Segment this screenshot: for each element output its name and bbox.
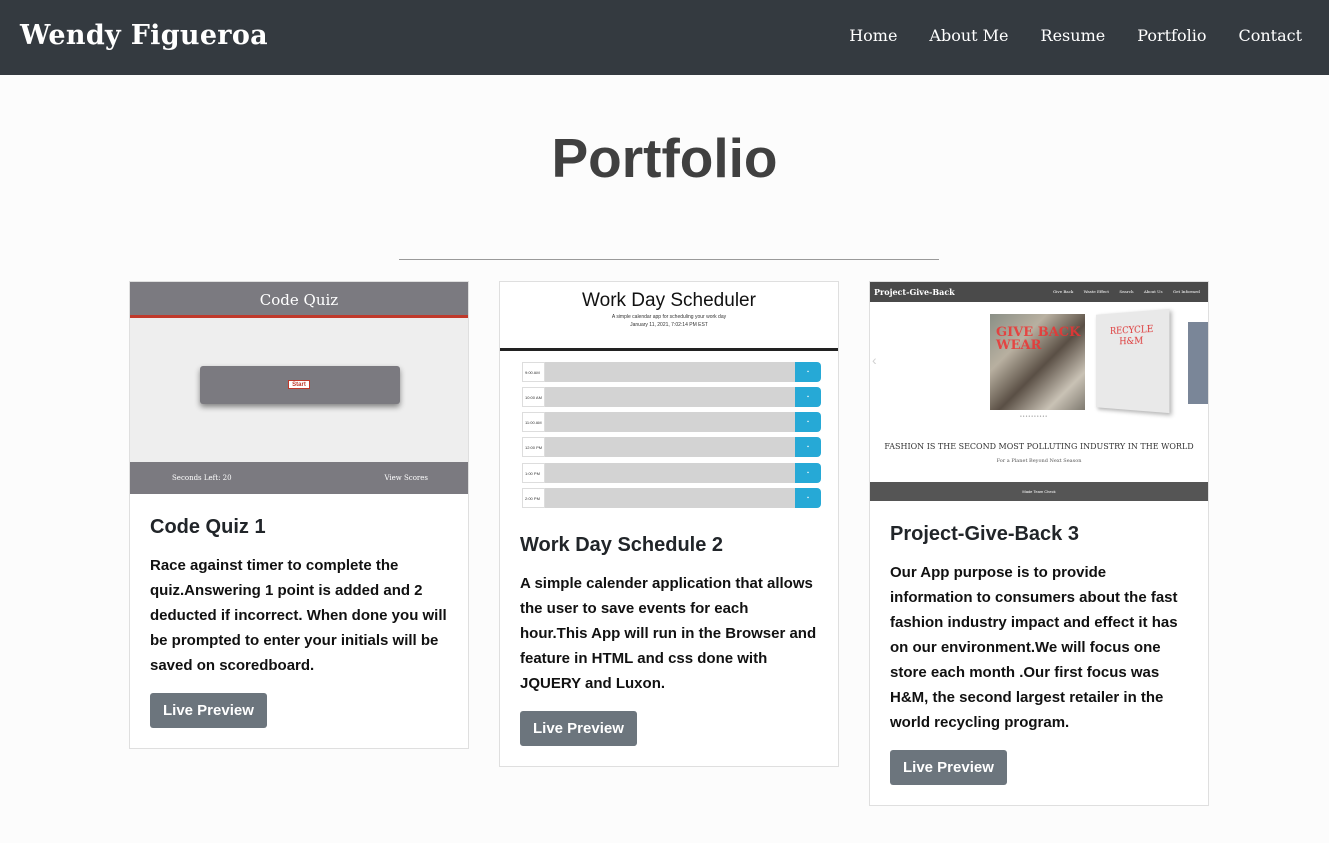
give-back-preview-poster-text: RECYCLE H&M — [1110, 324, 1154, 348]
quiz-preview-header: Code Quiz — [130, 282, 468, 318]
scheduler-preview-header: Work Day Scheduler A simple calendar app… — [500, 282, 838, 351]
live-preview-button-work-day-scheduler[interactable]: Live Preview — [520, 711, 637, 746]
scheduler-preview-time: 1:00 PM — [522, 463, 545, 483]
live-preview-button-code-quiz[interactable]: Live Preview — [150, 693, 267, 728]
scheduler-preview-slot — [545, 387, 795, 407]
give-back-preview-link: Search — [1119, 289, 1134, 294]
project-card-code-quiz: Code Quiz Start Seconds Left: 20 View Sc… — [129, 281, 469, 749]
give-back-preview-link: About Us — [1143, 289, 1163, 294]
quiz-preview-footer: Seconds Left: 20 View Scores — [130, 462, 468, 494]
save-icon: ▪ — [795, 387, 821, 407]
save-icon: ▪ — [795, 412, 821, 432]
scheduler-preview-time: 9:00 AM — [522, 362, 545, 382]
card-text: Our App purpose is to provide informatio… — [890, 564, 1178, 731]
quiz-preview-start-box: Start — [200, 366, 400, 404]
card-title: Code Quiz 1 — [150, 516, 266, 538]
give-back-preview-link: Get Informed — [1172, 289, 1200, 294]
scheduler-preview-row: 10:00 AM ▪ — [522, 387, 821, 407]
give-back-preview-footer: Made Team Check — [870, 482, 1208, 501]
scheduler-preview-slot — [545, 437, 795, 457]
give-back-preview-tagline: FASHION IS THE SECOND MOST POLLUTING IND… — [884, 442, 1194, 451]
nav-resume[interactable]: Resume — [1041, 26, 1106, 45]
quiz-preview-scores: View Scores — [384, 474, 428, 482]
nav-contact[interactable]: Contact — [1238, 26, 1302, 45]
scheduler-preview-time: 11:00 AM — [522, 412, 545, 432]
scheduler-preview-row: 12:00 PM ▪ — [522, 437, 821, 457]
navbar: Wendy Figueroa Home About Me Resume Port… — [0, 0, 1329, 75]
scheduler-preview-slot — [545, 412, 795, 432]
title-divider — [399, 259, 939, 260]
save-icon: ▪ — [795, 488, 821, 508]
carousel-dots-icon: ●●●●●●●●●● — [1020, 414, 1049, 418]
card-body: Project-Give-Back 3 Our App purpose is t… — [870, 501, 1208, 805]
save-icon: ▪ — [795, 437, 821, 457]
scheduler-preview-slot — [545, 463, 795, 483]
scheduler-preview-row: 9:00 AM ▪ — [522, 362, 821, 382]
quiz-preview-seconds: Seconds Left: 20 — [172, 474, 232, 482]
chevron-left-icon: ‹ — [872, 352, 877, 368]
quiz-preview-start: Start — [288, 380, 310, 389]
save-icon: ▪ — [795, 463, 821, 483]
give-back-preview-photo: GIVE BACK WEAR — [990, 314, 1085, 410]
card-title: Project-Give-Back 3 — [890, 523, 1079, 545]
brand-name[interactable]: Wendy Figueroa — [20, 20, 268, 51]
scheduler-preview-row: 1:00 PM ▪ — [522, 463, 821, 483]
scheduler-preview-subtitle: A simple calendar app for scheduling you… — [611, 314, 727, 320]
nav-portfolio[interactable]: Portfolio — [1137, 26, 1206, 45]
code-quiz-preview-image: Code Quiz Start Seconds Left: 20 View Sc… — [130, 282, 468, 494]
live-preview-button-project-give-back[interactable]: Live Preview — [890, 750, 1007, 785]
card-body: Code Quiz 1 Race against timer to comple… — [130, 494, 468, 748]
scheduler-preview-image: Work Day Scheduler A simple calendar app… — [500, 282, 838, 512]
scheduler-preview-row: 11:00 AM ▪ — [522, 412, 821, 432]
nav-home[interactable]: Home — [849, 26, 897, 45]
page-title: Portfolio — [551, 127, 778, 189]
project-card-work-day-scheduler: Work Day Scheduler A simple calendar app… — [499, 281, 839, 767]
scheduler-preview-time: 12:00 PM — [522, 437, 545, 457]
nav-about-me[interactable]: About Me — [929, 26, 1008, 45]
scheduler-preview-slot — [545, 362, 795, 382]
project-card-project-give-back: Project-Give-Back Give Back Waste Effect… — [869, 281, 1209, 806]
give-back-preview-nav: Project-Give-Back Give Back Waste Effect… — [870, 282, 1208, 302]
give-back-preview-image: Project-Give-Back Give Back Waste Effect… — [870, 282, 1208, 501]
give-back-preview-brand: Project-Give-Back — [874, 287, 955, 297]
give-back-preview-link: Waste Effect — [1083, 289, 1110, 294]
card-text: Race against timer to complete the quiz.… — [150, 557, 447, 674]
give-back-preview-photo-next — [1188, 322, 1208, 404]
give-back-preview-poster: RECYCLE H&M — [1095, 308, 1170, 414]
scheduler-preview-row: 2:00 PM ▪ — [522, 488, 821, 508]
scheduler-preview-date: January 11, 2021, 7:02:14 PM EST — [630, 322, 708, 328]
give-back-preview-links: Give Back Waste Effect Search About Us G… — [1044, 282, 1200, 302]
give-back-preview-subtagline: For a Planet Beyond Next Season — [996, 458, 1082, 464]
save-icon: ▪ — [795, 362, 821, 382]
card-text: A simple calender application that allow… — [520, 575, 817, 692]
scheduler-preview-time: 10:00 AM — [522, 387, 545, 407]
give-back-preview-link: Give Back — [1052, 289, 1074, 294]
nav-menu: Home About Me Resume Portfolio Contact — [817, 26, 1302, 45]
scheduler-preview-time: 2:00 PM — [522, 488, 545, 508]
scheduler-preview-title: Work Day Scheduler — [582, 290, 756, 311]
scheduler-preview-slot — [545, 488, 795, 508]
card-title: Work Day Schedule 2 — [520, 534, 724, 556]
give-back-preview-photo-text: GIVE BACK WEAR — [996, 325, 1081, 353]
card-body: Work Day Schedule 2 A simple calender ap… — [500, 512, 838, 766]
